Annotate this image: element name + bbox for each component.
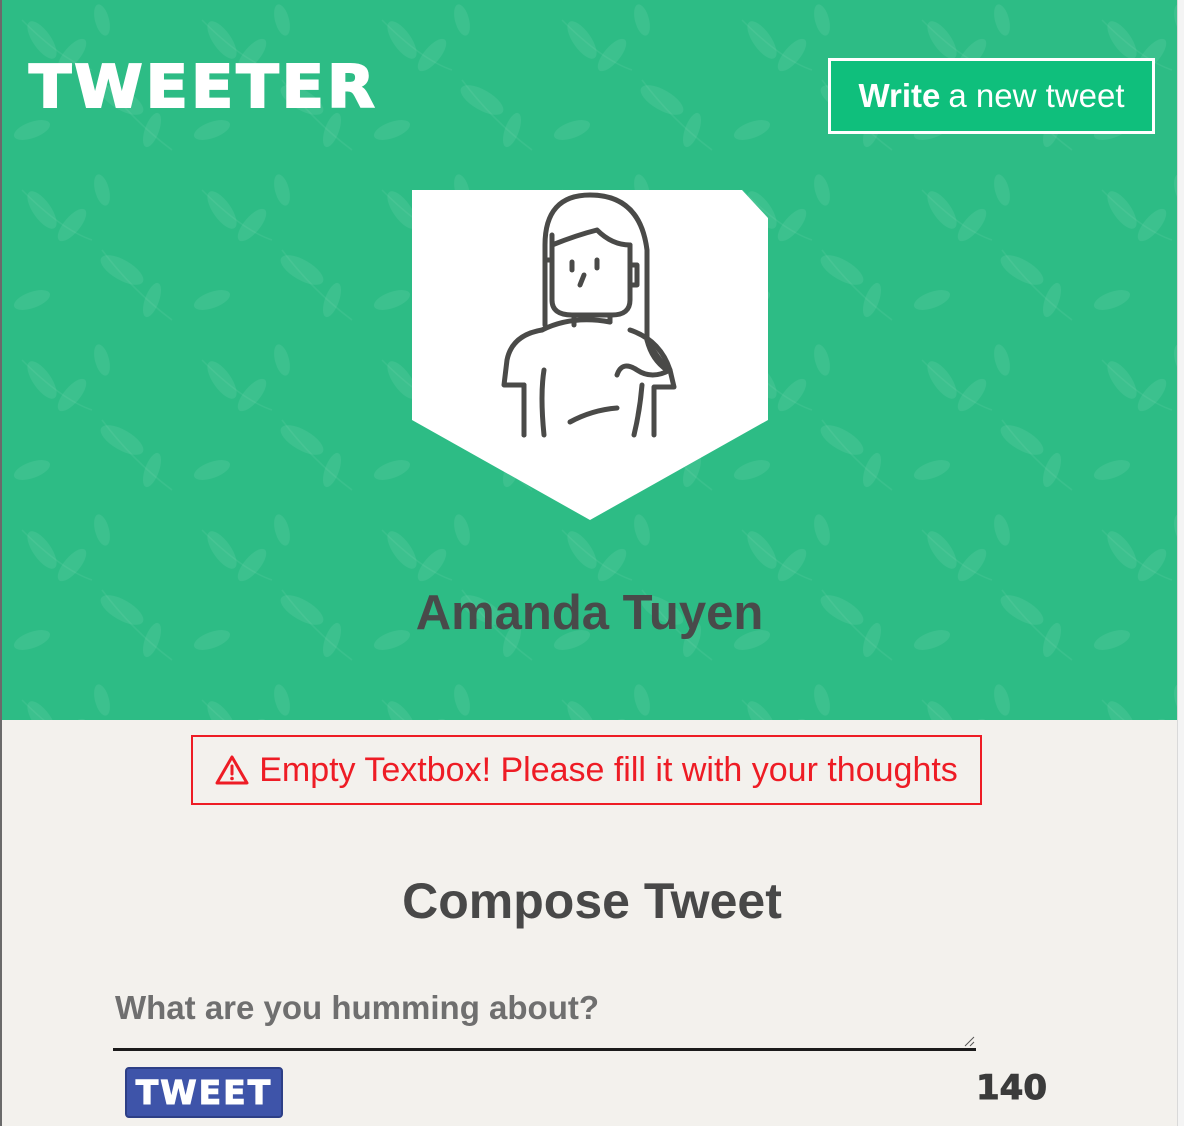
profile-header: TWEETER Write a new tweet Amanda Tuyen (2, 0, 1177, 720)
scrollbar[interactable] (1177, 0, 1184, 1126)
page: TWEETER Write a new tweet Amanda Tuyen E… (0, 0, 1184, 1126)
compose-title: Compose Tweet (402, 873, 782, 929)
character-counter: 140 (976, 1068, 1048, 1109)
warning-icon (215, 755, 249, 785)
tweet-textarea[interactable] (113, 985, 976, 1051)
profile-name: Amanda Tuyen (415, 586, 764, 640)
error-text: Empty Textbox! Please fill it with your … (259, 750, 958, 789)
woman-avatar-icon (412, 190, 768, 520)
write-button-label: a new tweet (948, 77, 1125, 114)
write-new-tweet-button[interactable]: Write a new tweet (828, 58, 1155, 134)
error-message: Empty Textbox! Please fill it with your … (191, 735, 982, 805)
write-button-bold-label: Write (858, 77, 941, 114)
resize-handle-icon[interactable] (963, 1035, 975, 1047)
app-logo[interactable]: TWEETER (28, 56, 378, 117)
tweet-submit-button[interactable]: TWEET (125, 1067, 283, 1118)
